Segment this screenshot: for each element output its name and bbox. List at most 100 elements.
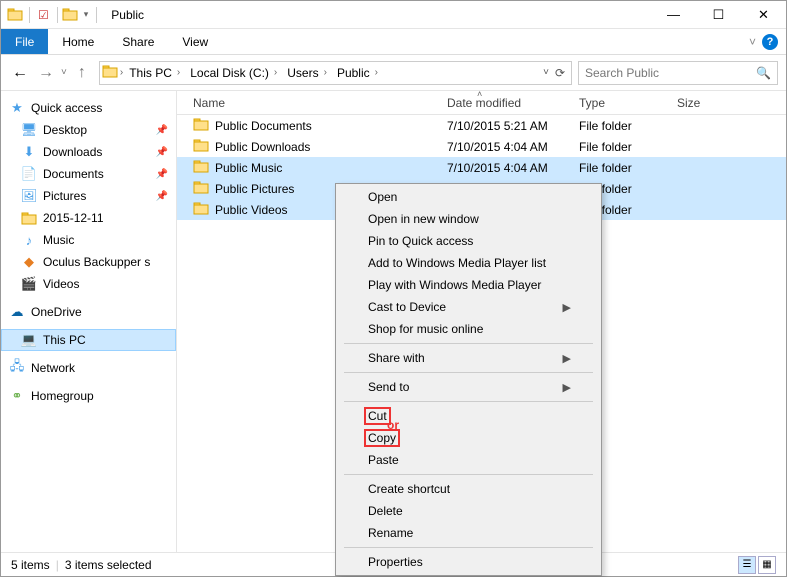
history-dropdown-icon[interactable]: ˅ [61,67,67,78]
pin-icon: 📌 [156,147,168,158]
status-selection: 3 items selected [65,558,152,572]
context-menu-item[interactable]: Cut [336,405,601,427]
context-menu-item[interactable]: Play with Windows Media Player [336,274,601,296]
app-icon: ◆ [21,254,37,270]
tab-share[interactable]: Share [108,29,168,54]
homegroup-icon: ⚭ [9,388,25,404]
folder-icon [7,6,25,24]
forward-button[interactable]: → [35,62,57,84]
context-menu-item[interactable]: Paste [336,449,601,471]
sidebar-item-videos[interactable]: 🎬Videos [1,273,176,295]
context-menu-item[interactable]: Properties [336,551,601,573]
table-row[interactable]: Public Downloads7/10/2015 4:04 AMFile fo… [177,136,786,157]
tab-view[interactable]: View [168,29,222,54]
nav-arrows: ← → ˅ ↑ [9,62,93,84]
address-dropdown-icon[interactable]: ˅ [543,67,549,78]
folder-open-icon[interactable] [62,6,80,24]
sidebar-quick-access[interactable]: ★Quick access [1,97,176,119]
sidebar-item-app[interactable]: ◆Oculus Backupper s [1,251,176,273]
separator [29,7,30,23]
sort-indicator-icon: ˄ [477,89,482,99]
network-icon: 🖧 [9,360,25,376]
context-menu-item[interactable]: Rename [336,522,601,544]
separator [96,7,97,23]
file-type: File folder [573,161,671,175]
file-date: 7/10/2015 4:04 AM [441,140,573,154]
view-icons-icon[interactable]: ▦ [758,556,776,574]
maximize-button[interactable]: ☐ [696,1,741,29]
context-menu-item[interactable]: Pin to Quick access [336,230,601,252]
context-menu-item[interactable]: Open in new window [336,208,601,230]
pin-icon: 📌 [156,125,168,136]
column-date[interactable]: Date modified [441,96,573,110]
context-menu-item[interactable]: Shop for music online [336,318,601,340]
sidebar-item-downloads[interactable]: ⬇Downloads📌 [1,141,176,163]
address-bar[interactable]: › This PC› Local Disk (C:)› Users› Publi… [99,61,572,85]
sidebar-item-desktop[interactable]: 🖥Desktop📌 [1,119,176,141]
breadcrumb[interactable]: Public› [333,66,384,80]
annotation-or: or [387,418,399,432]
sidebar-this-pc[interactable]: 💻This PC [1,329,176,351]
sidebar-network[interactable]: 🖧Network [1,357,176,379]
back-button[interactable]: ← [9,62,31,84]
minimize-button[interactable]: ― [651,1,696,29]
tab-home[interactable]: Home [48,29,108,54]
sidebar-item-pictures[interactable]: 🖼Pictures📌 [1,185,176,207]
search-icon[interactable]: 🔍 [756,66,771,80]
folder-icon [193,200,209,219]
pin-icon: 📌 [156,169,168,180]
search-placeholder: Search Public [585,66,659,80]
qat-dropdown-icon[interactable]: ▾ [80,9,93,20]
ribbon-collapse-icon[interactable]: ˅ [749,35,756,49]
file-name: Public Downloads [215,140,310,154]
context-menu-item[interactable]: Create shortcut [336,478,601,500]
help-icon[interactable]: ? [762,34,778,50]
video-icon: 🎬 [21,276,37,292]
checkbox-icon[interactable]: ☑ [34,8,53,22]
table-row[interactable]: Public Documents7/10/2015 5:21 AMFile fo… [177,115,786,136]
close-button[interactable]: ✕ [741,1,786,29]
up-button[interactable]: ↑ [71,62,93,84]
breadcrumb[interactable]: Local Disk (C:)› [186,66,283,80]
column-size[interactable]: Size [671,96,786,110]
view-details-icon[interactable]: ☰ [738,556,756,574]
folder-icon [102,63,118,82]
context-menu-item[interactable]: Copy [336,427,601,449]
ribbon: File Home Share View ˅ ? [1,29,786,55]
quick-access-toolbar: ☑ ▾ [1,6,101,24]
context-menu-item[interactable]: Send to▶ [336,376,601,398]
file-date: 7/10/2015 4:04 AM [441,161,573,175]
breadcrumb[interactable]: Users› [283,66,333,80]
context-menu-item[interactable]: Add to Windows Media Player list [336,252,601,274]
nav-pane: ★Quick access 🖥Desktop📌 ⬇Downloads📌 📄Doc… [1,91,177,552]
sidebar-onedrive[interactable]: ☁OneDrive [1,301,176,323]
file-name: Public Pictures [215,182,294,196]
column-type[interactable]: Type [573,96,671,110]
sidebar-item-folder[interactable]: 2015-12-11 [1,207,176,229]
tab-file[interactable]: File [1,29,48,54]
sidebar-item-documents[interactable]: 📄Documents📌 [1,163,176,185]
file-name: Public Videos [215,203,288,217]
context-menu-item[interactable]: Delete [336,500,601,522]
status-count: 5 items [11,558,50,572]
context-menu-item[interactable]: Cast to Device▶ [336,296,601,318]
star-icon: ★ [9,100,25,116]
separator: | [56,558,59,572]
table-row[interactable]: Public Music7/10/2015 4:04 AMFile folder [177,157,786,178]
chevron-right-icon: ▶ [563,352,571,365]
desktop-icon: 🖥 [21,122,37,138]
refresh-icon[interactable]: ⟳ [555,66,565,80]
search-input[interactable]: Search Public 🔍 [578,61,778,85]
sidebar-item-music[interactable]: ♪Music [1,229,176,251]
context-menu: OpenOpen in new windowPin to Quick acces… [335,183,602,576]
context-menu-item[interactable]: Share with▶ [336,347,601,369]
column-name[interactable]: Name [187,96,441,110]
sidebar-homegroup[interactable]: ⚭Homegroup [1,385,176,407]
breadcrumb[interactable]: This PC› [125,66,186,80]
context-menu-item[interactable]: Open [336,186,601,208]
chevron-right-icon[interactable]: › [118,67,125,78]
ribbon-help: ˅ ? [749,29,786,54]
file-type: File folder [573,119,671,133]
download-icon: ⬇ [21,144,37,160]
folder-icon [193,179,209,198]
